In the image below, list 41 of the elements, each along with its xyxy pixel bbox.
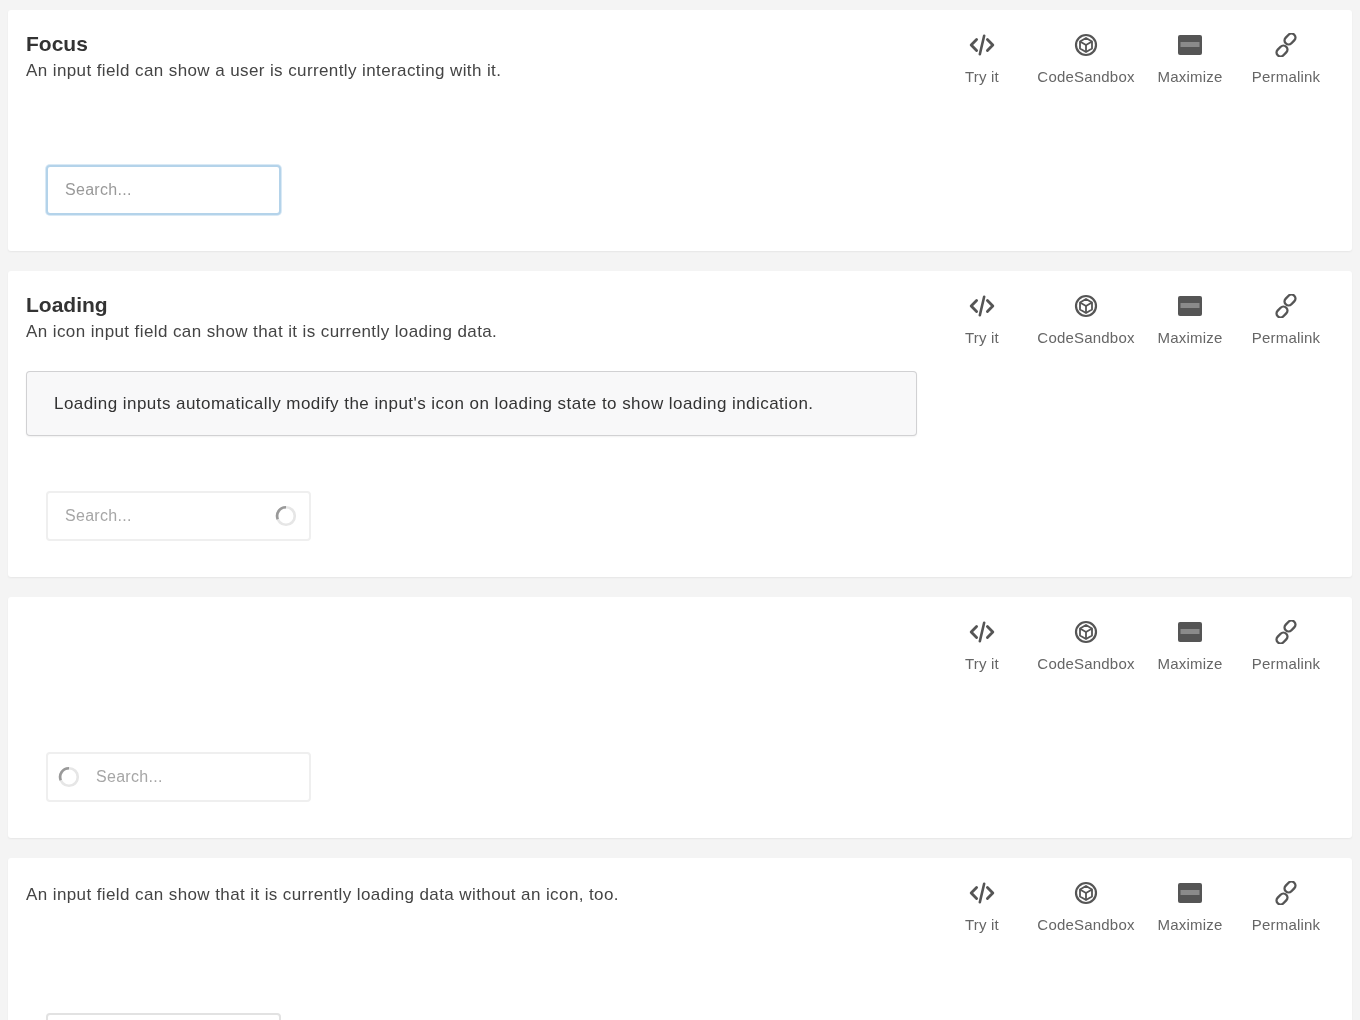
window-icon: [1177, 620, 1203, 644]
toolbar-button[interactable]: CodeSandbox: [1030, 881, 1142, 934]
window-icon: [1177, 881, 1203, 905]
toolbar-button[interactable]: CodeSandbox: [1030, 620, 1142, 673]
toolbar-button[interactable]: Try it: [938, 620, 1026, 673]
link-icon: [1273, 294, 1299, 318]
code-icon: [969, 294, 995, 318]
link-icon: [1273, 881, 1299, 905]
cube-icon: [1073, 620, 1099, 644]
toolbar-button[interactable]: Try it: [938, 33, 1026, 86]
example-title: Loading: [26, 293, 109, 317]
info-message: Loading inputs automatically modify the input's icon on loading state to show loading indication.: [26, 371, 917, 436]
window-icon: [1177, 294, 1203, 318]
example-description: An input field can show that it is currently loading data without an icon, too.: [26, 884, 619, 906]
example-title: Focus: [26, 32, 89, 56]
toolbar-button[interactable]: Maximize: [1146, 881, 1234, 934]
toolbar-button[interactable]: Permalink: [1238, 294, 1334, 347]
toolbar-button[interactable]: Permalink: [1238, 33, 1334, 86]
cube-icon: [1073, 33, 1099, 57]
cube-icon: [1073, 294, 1099, 318]
cube-icon: [1073, 881, 1099, 905]
toolbar-button[interactable]: Maximize: [1146, 33, 1234, 86]
toolbar-button[interactable]: Permalink: [1238, 620, 1334, 673]
example-description: An input field can show a user is currently interacting with it.: [26, 60, 502, 82]
toolbar-button[interactable]: CodeSandbox: [1030, 33, 1142, 86]
code-icon: [969, 33, 995, 57]
link-icon: [1273, 620, 1299, 644]
toolbar-button[interactable]: Try it: [938, 881, 1026, 934]
code-icon: [969, 881, 995, 905]
toolbar-button[interactable]: Maximize: [1146, 294, 1234, 347]
search-field[interactable]: Search...: [46, 165, 281, 215]
toolbar-button[interactable]: Try it: [938, 294, 1026, 347]
spinner-icon: [58, 766, 80, 788]
spinner-icon: [275, 505, 297, 527]
link-icon: [1273, 33, 1299, 57]
toolbar-button[interactable]: Permalink: [1238, 881, 1334, 934]
example-description: An icon input field can show that it is currently loading data.: [26, 321, 498, 343]
toolbar-button[interactable]: CodeSandbox: [1030, 294, 1142, 347]
code-icon: [969, 620, 995, 644]
window-icon: [1177, 33, 1203, 57]
toolbar-button[interactable]: Maximize: [1146, 620, 1234, 673]
